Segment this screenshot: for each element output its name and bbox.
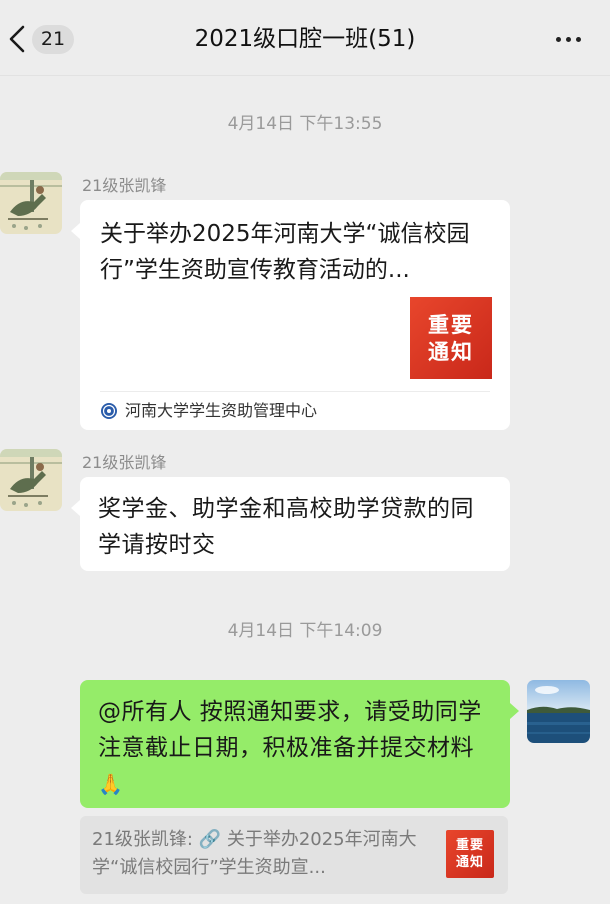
- text-message[interactable]: 奖学金、助学金和高校助学贷款的同学请按时交: [80, 477, 510, 571]
- avatar-illustration-icon: [0, 172, 62, 234]
- sender-avatar[interactable]: [0, 449, 62, 511]
- quoted-message[interactable]: 21级张凯锋: 🔗 关于举办2025年河南大学“诚信校园行”学生资助宣... 重…: [80, 816, 508, 894]
- chat-header: 21 2021级口腔一班(51): [0, 0, 610, 76]
- thumb-text-line2: 通知: [428, 339, 474, 364]
- message-timestamp: 4月14日 下午13:55: [227, 114, 383, 134]
- outgoing-text-message[interactable]: @所有人 按照通知要求，请受助同学注意截止日期，积极准备并提交材料 🙏: [80, 680, 510, 808]
- lake-landscape-icon: [527, 680, 590, 743]
- quoted-text: 21级张凯锋: 🔗 关于举办2025年河南大学“诚信校园行”学生资助宣...: [92, 829, 417, 878]
- avatar-illustration-icon: [0, 449, 62, 511]
- pray-emoji-icon: 🙏: [98, 772, 124, 796]
- message-text: 奖学金、助学金和高校助学贷款的同学请按时交: [98, 496, 474, 558]
- link-card-thumbnail: 重要 通知: [410, 297, 492, 379]
- sender-avatar[interactable]: [0, 172, 62, 234]
- back-arrow-icon[interactable]: [6, 24, 28, 54]
- message-text: @所有人 按照通知要求，请受助同学注意截止日期，积极准备并提交材料 🙏: [98, 694, 492, 802]
- chat-title: 2021级口腔一班(51): [194, 26, 416, 52]
- unread-count-badge[interactable]: 21: [32, 25, 74, 54]
- message-timestamp: 4月14日 下午14:09: [227, 621, 383, 641]
- thumb-text-line2: 通知: [455, 855, 484, 870]
- quoted-thumbnail: 重要 通知: [446, 830, 494, 878]
- bubble-tail: [510, 703, 519, 719]
- sender-name: 21级张凯锋: [82, 453, 167, 472]
- my-avatar[interactable]: [527, 680, 590, 743]
- bubble-tail: [71, 500, 80, 516]
- link-card-title: 关于举办2025年河南大学“诚信校园行”学生资助宣传教育活动的...: [100, 221, 470, 283]
- bubble-tail: [71, 223, 80, 239]
- link-card-source: 河南大学学生资助管理中心: [125, 401, 318, 420]
- sender-name: 21级张凯锋: [82, 176, 167, 195]
- more-options-icon[interactable]: [556, 37, 582, 43]
- official-account-icon: [101, 403, 117, 419]
- thumb-text-line1: 重要: [455, 838, 484, 853]
- thumb-text-line1: 重要: [428, 312, 474, 337]
- message-text-body: @所有人 按照通知要求，请受助同学注意截止日期，积极准备并提交材料: [98, 699, 482, 761]
- link-card-message[interactable]: 关于举办2025年河南大学“诚信校园行”学生资助宣传教育活动的... 重要 通知…: [80, 200, 510, 430]
- card-divider: [100, 391, 490, 392]
